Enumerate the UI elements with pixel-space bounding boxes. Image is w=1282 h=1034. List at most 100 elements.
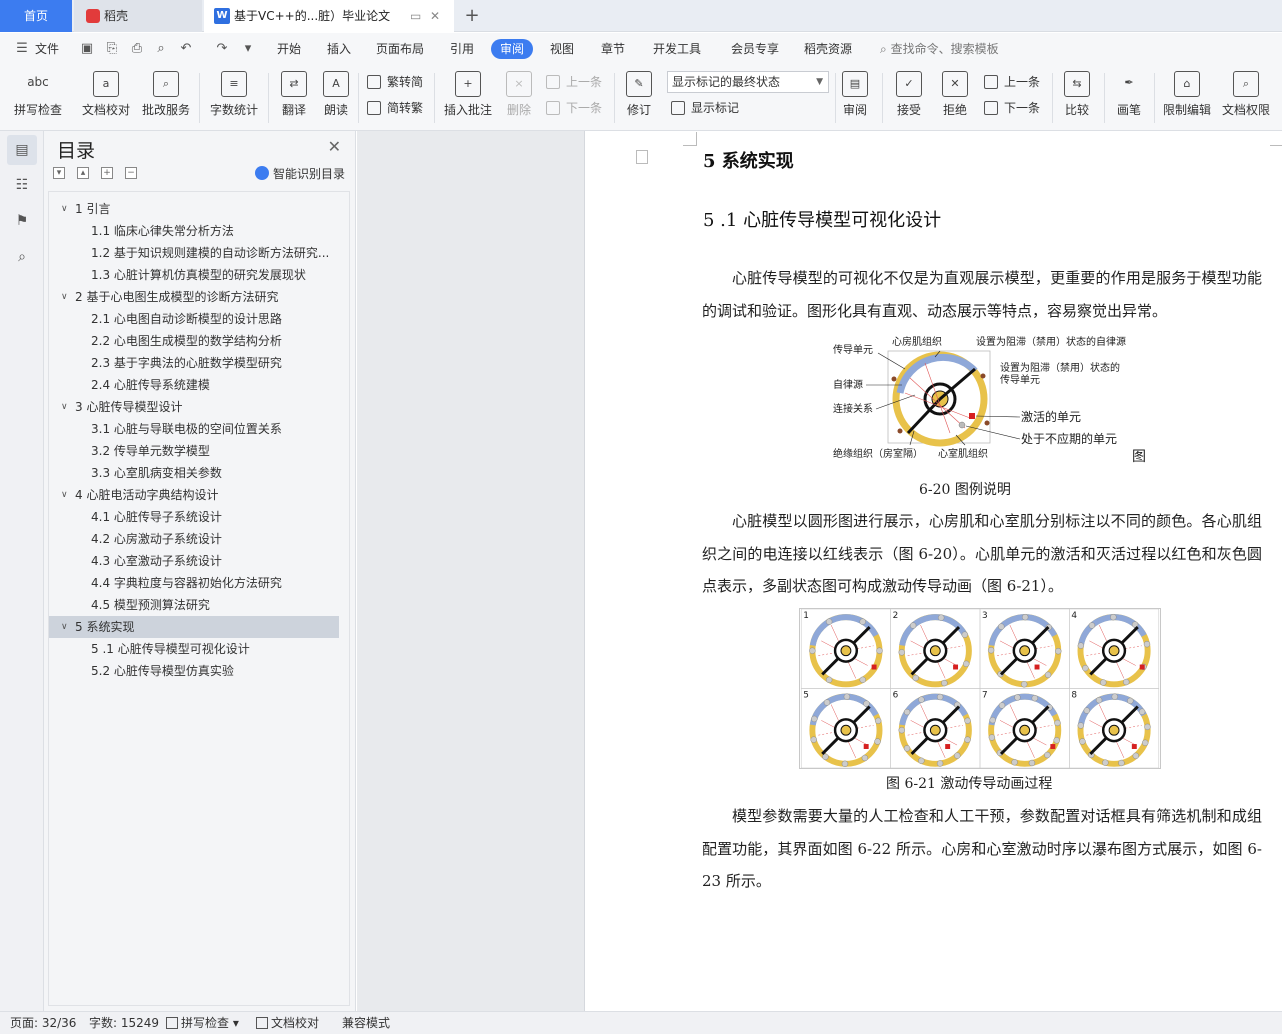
remove-heading-icon[interactable]: − [125, 167, 137, 179]
new-tab-button[interactable]: + [460, 0, 484, 32]
menu-reference[interactable]: 引用 [450, 33, 474, 65]
toc-section-item[interactable]: 2.4 心脏传导系统建模 [49, 374, 349, 396]
restore-icon[interactable]: ▭ [410, 0, 421, 32]
pen-button[interactable]: ✒ 画笔 [1112, 71, 1146, 118]
show-markup-button[interactable]: 显示标记 [671, 99, 739, 117]
preview-icon[interactable]: ⌕ [153, 41, 169, 57]
toc-section-item[interactable]: 5.2 心脏传导模型仿真实验 [49, 660, 349, 682]
collapse-all-icon[interactable]: ▾ [53, 167, 65, 179]
reject-button[interactable]: ✕ 拒绝 [938, 71, 972, 118]
chevron-down-icon[interactable]: ∨ [61, 616, 68, 638]
paragraph-1[interactable]: 心脏传导模型的可视化不仅是为直观展示模型，更重要的作用是服务于模型功能的调试和验… [702, 262, 1262, 327]
toc-section-item[interactable]: 1.2 基于知识规则建模的自动诊断方法研究... [49, 242, 349, 264]
paragraph-2[interactable]: 心脏模型以圆形图进行展示，心房肌和心室肌分别标注以不同的颜色。各心肌组织之间的电… [702, 505, 1262, 603]
insert-comment-button[interactable]: + 插入批注 [442, 71, 494, 118]
menu-insert[interactable]: 插入 [327, 33, 351, 65]
review-pane-button[interactable]: ▤ 审阅 [838, 71, 872, 118]
toc-section-item[interactable]: 3.3 心室肌病变相关参数 [49, 462, 349, 484]
status-proofread[interactable]: 文档校对 [256, 1012, 319, 1034]
toc-chapter-item[interactable]: ∨ 4 心脏电活动字典结构设计 [49, 484, 349, 506]
status-spell-check[interactable]: 拼写检查 ▾ [166, 1012, 239, 1034]
toc-section-item[interactable]: 5 .1 心脏传导模型可视化设计 [49, 638, 349, 660]
prev-comment-button[interactable]: 上一条 [546, 73, 602, 91]
menu-daoke[interactable]: 稻壳资源 [804, 33, 852, 65]
toc-chapter-item[interactable]: ∨ 2 基于心电图生成模型的诊断方法研究 [49, 286, 349, 308]
bookmark-icon[interactable]: ⚑ [7, 206, 37, 236]
menu-file[interactable]: 文件 [35, 33, 59, 65]
close-tab-icon[interactable]: ✕ [430, 0, 440, 32]
tab-document[interactable]: W 基于VC++的...脏）毕业论文 ▭ ✕ [204, 0, 454, 32]
translate-button[interactable]: ⇄ 翻译 [277, 71, 311, 118]
toc-section-item[interactable]: 2.3 基于字典法的心脏数学模型研究 [49, 352, 349, 374]
chevron-down-icon[interactable]: ∨ [61, 396, 68, 418]
center-core [840, 724, 852, 736]
toc-section-item[interactable]: 1.3 心脏计算机仿真模型的研究发展现状 [49, 264, 349, 286]
redo-icon[interactable]: ↷ [214, 41, 230, 57]
proofread-button[interactable]: a 文档校对 [80, 71, 132, 118]
spell-check-button[interactable]: abc 拼写检查 [10, 71, 66, 118]
toc-chapter-item[interactable]: ∨ 1 引言 [49, 198, 349, 220]
toc-section-item[interactable]: 2.2 心电图生成模型的数学结构分析 [49, 330, 349, 352]
compare-button[interactable]: ⇆ 比较 [1060, 71, 1094, 118]
toc-section-item[interactable]: 4.4 字典粒度与容器初始化方法研究 [49, 572, 349, 594]
menu-view[interactable]: 视图 [550, 33, 574, 65]
toc-section-item[interactable]: 4.5 模型预测算法研究 [49, 594, 349, 616]
toc-section-item[interactable]: 4.1 心脏传导子系统设计 [49, 506, 349, 528]
menu-devtools[interactable]: 开发工具 [653, 33, 701, 65]
next-comment-button[interactable]: 下一条 [546, 99, 602, 117]
paragraph-3[interactable]: 模型参数需要大量的人工检查和人工干预，参数配置对话框具有筛选机制和成组配置功能，… [702, 800, 1262, 898]
word-count-indicator[interactable]: 字数: 15249 [89, 1012, 159, 1034]
chapter-nav-icon[interactable]: ☷ [7, 170, 37, 200]
read-aloud-button[interactable]: A 朗读 [320, 71, 352, 118]
toc-section-item[interactable]: 2.1 心电图自动诊断模型的设计思路 [49, 308, 349, 330]
prev-change-button[interactable]: 上一条 [984, 73, 1040, 91]
toc-section-item[interactable]: 4.3 心室激动子系统设计 [49, 550, 349, 572]
delete-comment-button[interactable]: × 删除 [502, 71, 536, 118]
heading-chapter[interactable]: 5 系统实现 [703, 147, 794, 173]
smart-toc-button[interactable]: 智能识别目录 [254, 165, 345, 182]
expand-up-icon[interactable]: ▴ [77, 167, 89, 179]
toc-section-item[interactable]: 3.1 心脏与导联电极的空间位置关系 [49, 418, 349, 440]
chevron-down-icon[interactable]: ∨ [61, 484, 68, 506]
toc-nav-icon[interactable]: ▤ [7, 135, 37, 165]
doc-permission-button[interactable]: ⌕ 文档权限 [1220, 71, 1272, 118]
restrict-edit-button[interactable]: ⌂ 限制编辑 [1160, 71, 1214, 118]
toc-section-item[interactable]: 3.2 传导单元数学模型 [49, 440, 349, 462]
tab-home[interactable]: 首页 [0, 0, 72, 32]
menu-member[interactable]: 会员专享 [731, 33, 779, 65]
more-chevron-icon[interactable]: ▾ [240, 41, 256, 57]
chevron-down-icon[interactable]: ∨ [61, 286, 68, 308]
toc-section-item[interactable]: 1.1 临床心律失常分析方法 [49, 220, 349, 242]
simp-to-trad-button[interactable]: 简转繁 [367, 99, 423, 117]
page-indicator[interactable]: 页面: 32/36 [10, 1012, 76, 1034]
figure-6-20-caption[interactable]: 6-20 图例说明 [919, 479, 1011, 499]
menu-chapter[interactable]: 章节 [601, 33, 625, 65]
print-icon[interactable]: ⎙ [129, 41, 145, 57]
markup-mode-select[interactable]: 显示标记的最终状态 ▼ [667, 71, 829, 93]
undo-icon[interactable]: ↶ [178, 41, 194, 57]
search-nav-icon[interactable]: ⌕ [7, 242, 37, 272]
export-icon[interactable]: ⎘ [104, 41, 120, 57]
save-icon[interactable]: ▣ [79, 41, 95, 57]
hamburger-icon[interactable]: ☰ [14, 41, 30, 57]
tab-daoke[interactable]: 稻壳 [74, 0, 202, 32]
word-count-button[interactable]: ≡ 字数统计 [208, 71, 260, 118]
add-heading-icon[interactable]: + [101, 167, 113, 179]
toc-section-item[interactable]: 4.2 心房激动子系统设计 [49, 528, 349, 550]
toc-chapter-item[interactable]: ∨ 3 心脏传导模型设计 [49, 396, 349, 418]
page-options-icon[interactable] [636, 150, 648, 164]
heading-section[interactable]: 5 .1 心脏传导模型可视化设计 [703, 206, 941, 232]
chevron-down-icon[interactable]: ∨ [61, 198, 68, 220]
menu-layout[interactable]: 页面布局 [376, 33, 424, 65]
close-icon[interactable]: ✕ [328, 137, 341, 156]
next-change-button[interactable]: 下一条 [984, 99, 1040, 117]
trad-to-simp-button[interactable]: 繁转简 [367, 73, 423, 91]
track-changes-button[interactable]: ✎ 修订 [622, 71, 656, 118]
menu-review[interactable]: 审阅 [491, 39, 534, 59]
command-search[interactable]: ⌕ 查找命令、搜索模板 [880, 33, 999, 65]
batch-service-button[interactable]: ⌕ 批改服务 [140, 71, 192, 118]
accept-button[interactable]: ✓ 接受 [892, 71, 926, 118]
toc-chapter-item[interactable]: ∨ 5 系统实现 [49, 616, 339, 638]
menu-start[interactable]: 开始 [277, 33, 301, 65]
figure-6-21-caption[interactable]: 图 6-21 激动传导动画过程 [886, 773, 1052, 793]
